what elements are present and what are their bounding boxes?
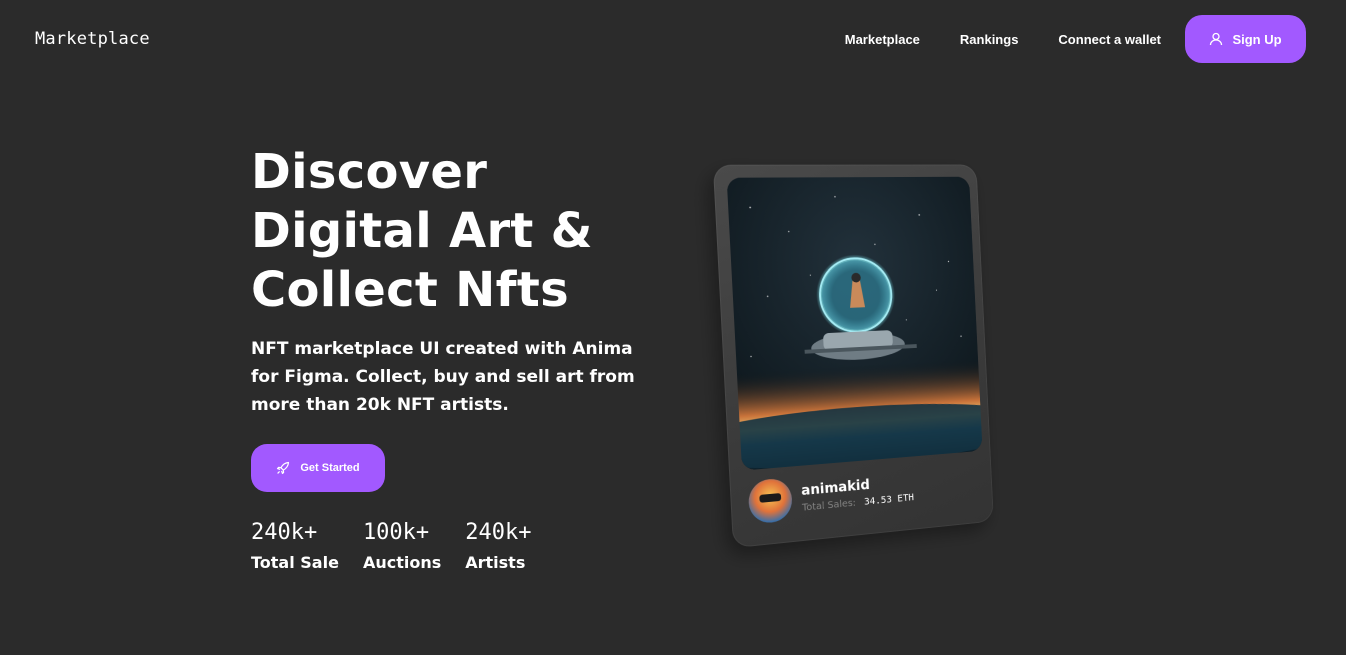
stat-artists: 240k+ Artists	[465, 519, 531, 572]
stat-value: 240k+	[465, 520, 532, 545]
stat-auctions: 100k+ Auctions	[363, 519, 441, 572]
stat-label: Artists	[465, 553, 526, 572]
rocket-icon	[277, 461, 290, 475]
hero-title-line: Discover	[251, 144, 488, 200]
get-started-button[interactable]: Get Started	[251, 444, 385, 492]
hero-title: Discover Digital Art & Collect Nfts	[251, 143, 593, 320]
hero-title-line: Digital Art &	[251, 203, 593, 259]
stat-value: 100k+	[362, 520, 430, 545]
stat-label: Auctions	[362, 553, 442, 572]
sign-up-button[interactable]: Sign Up	[1185, 15, 1306, 63]
top-nav: Marketplace Rankings Connect a wallet Si…	[845, 15, 1306, 63]
user-icon	[1210, 32, 1223, 46]
stat-total-sale: 240k+ Total Sale	[251, 519, 339, 572]
stat-label: Total Sale	[251, 553, 339, 572]
sign-up-label: Sign Up	[1232, 31, 1282, 47]
sales-label: Total Sales:	[801, 497, 857, 514]
nft-card-wrapper: animakid Total Sales: 34.53 ETH	[712, 164, 1003, 549]
hero-subtitle: NFT marketplace UI created with Anima fo…	[251, 339, 635, 415]
nav-link-marketplace[interactable]: Marketplace	[845, 32, 920, 47]
site-logo[interactable]: Marketplace	[35, 29, 150, 49]
sales-value: 34.53 ETH	[863, 492, 915, 508]
nft-card[interactable]: animakid Total Sales: 34.53 ETH	[712, 164, 994, 549]
nft-artwork	[726, 176, 983, 471]
nft-card-footer: animakid Total Sales: 34.53 ETH	[747, 461, 981, 525]
stat-value: 240k+	[251, 520, 318, 545]
nav-link-connect-wallet[interactable]: Connect a wallet	[1058, 32, 1161, 47]
artist-info: animakid Total Sales: 34.53 ETH	[801, 473, 914, 513]
get-started-label: Get Started	[300, 462, 360, 474]
stats-row: 240k+ Total Sale 100k+ Auctions 240k+ Ar…	[251, 519, 555, 572]
hero-title-line: Collect Nfts	[251, 262, 569, 318]
artist-avatar[interactable]	[747, 477, 794, 525]
nav-link-rankings[interactable]: Rankings	[960, 32, 1019, 47]
